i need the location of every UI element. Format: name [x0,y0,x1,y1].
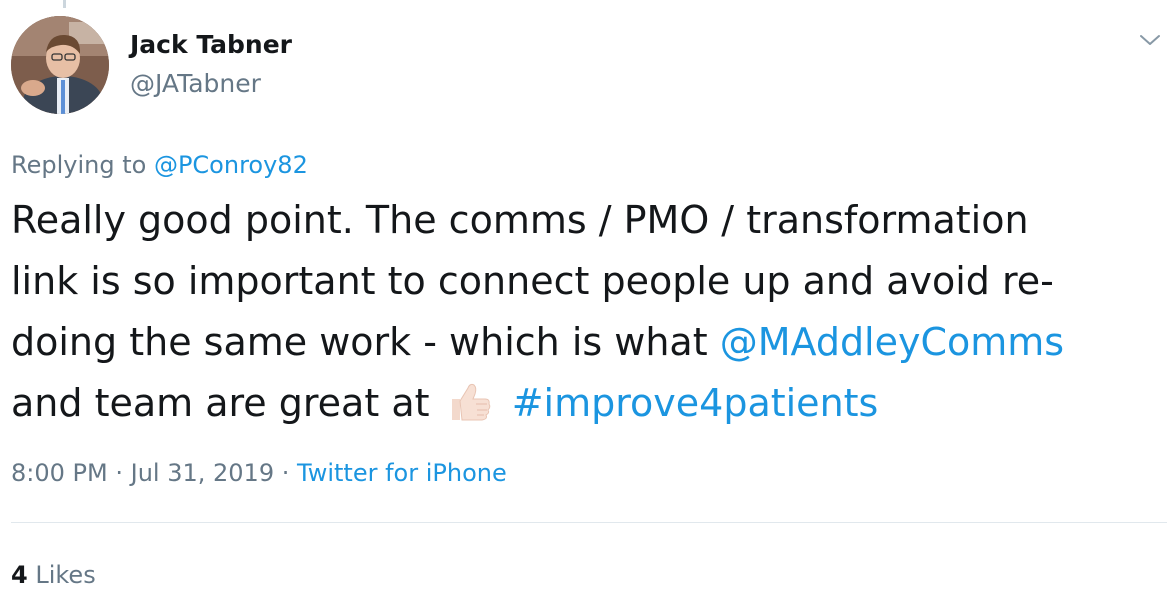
tweet-text-line: doing the same work - which is what @MAd… [11,312,1171,373]
meta-separator: · [281,459,290,487]
tweet-text: Really good point. The comms / PMO / tra… [11,190,1171,434]
replying-to-label: Replying to [11,151,147,179]
chevron-down-icon[interactable] [1138,30,1162,50]
tweet-text-line: and team are great at #improve4patients [11,373,1171,434]
thread-connector-line [63,0,66,8]
replying-to-line: Replying to @PConroy82 [11,148,308,182]
likes-stat[interactable]: 4 Likes [11,558,96,592]
tweet-text-segment: doing the same work - which is what [11,320,708,364]
tweet-meta: 8:00 PM · Jul 31, 2019 · Twitter for iPh… [11,456,507,490]
meta-separator: · [115,459,123,487]
divider [11,522,1167,523]
hashtag-link[interactable]: #improve4patients [512,381,879,425]
avatar-photo [11,16,109,114]
tweet-text-line: Really good point. The comms / PMO / tra… [11,198,1029,242]
tweet-text-line: link is so important to connect people u… [11,259,1054,303]
reply-mention-link[interactable]: @PConroy82 [154,151,308,179]
tweet-source-link[interactable]: Twitter for iPhone [297,459,507,487]
thumbs-up-icon [444,380,494,424]
author-name[interactable]: Jack Tabner [130,28,292,62]
avatar[interactable] [11,16,109,114]
tweet-date[interactable]: Jul 31, 2019 [131,459,274,487]
author-handle[interactable]: @JATabner [130,67,261,101]
tweet-time[interactable]: 8:00 PM [11,459,108,487]
likes-count: 4 [11,561,28,589]
mention-link[interactable]: @MAddleyComms [720,320,1064,364]
likes-label: Likes [35,561,96,589]
tweet-text-segment: and team are great at [11,381,430,425]
